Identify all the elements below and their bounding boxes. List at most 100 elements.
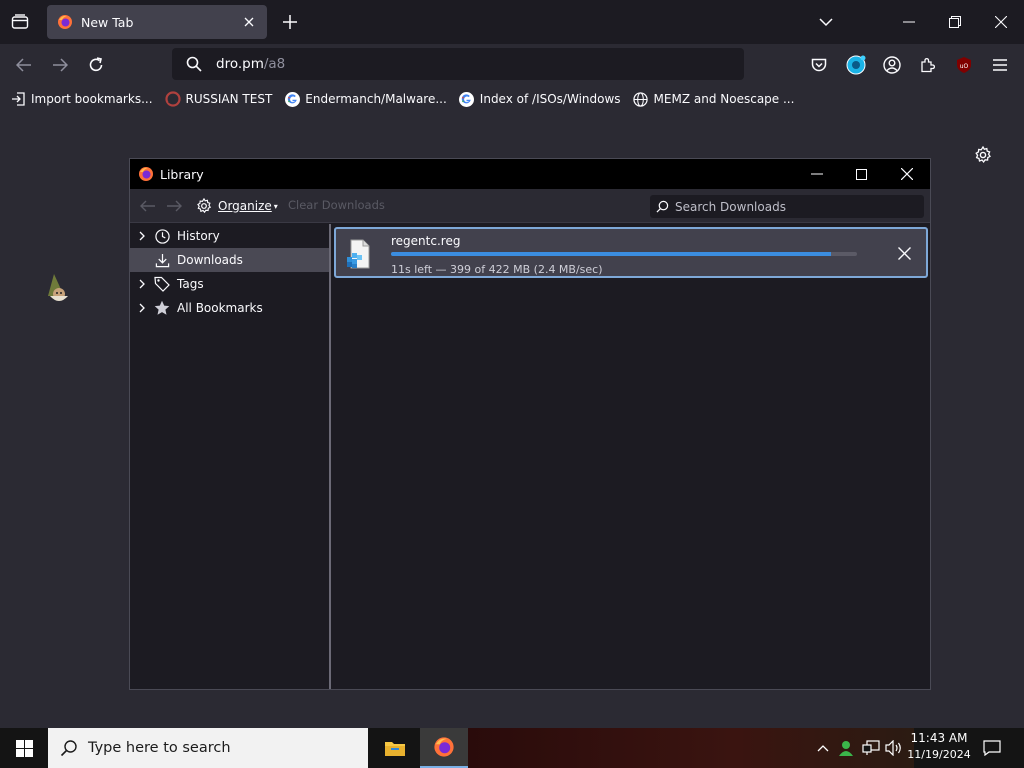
sidebar-item-label: Tags xyxy=(177,277,204,291)
arrow-right-icon xyxy=(167,200,182,212)
library-close-button[interactable] xyxy=(884,159,930,189)
extension-globe-icon xyxy=(846,55,866,75)
windows-logo-icon xyxy=(15,739,33,757)
download-item[interactable]: regentc.reg 11s left — 399 of 422 MB (2.… xyxy=(334,227,928,278)
system-clock[interactable]: 11:43 AM 11/19/2024 xyxy=(904,731,974,761)
taskbar: Type here to search 11:43 AM 11/19/2024 xyxy=(0,728,1024,768)
star-icon xyxy=(153,299,171,317)
bookmark-label: RUSSIAN TEST xyxy=(185,92,273,106)
speaker-icon xyxy=(885,740,901,756)
search-downloads-input[interactable] xyxy=(675,199,915,214)
search-icon xyxy=(60,740,77,757)
page-settings-button[interactable] xyxy=(972,144,994,166)
tab-bar: New Tab xyxy=(0,0,1024,44)
notification-center-button[interactable] xyxy=(980,737,1004,759)
library-maximize-button[interactable] xyxy=(838,159,884,189)
tab-new-tab[interactable]: New Tab xyxy=(47,5,267,39)
clock-date: 11/19/2024 xyxy=(907,748,971,761)
download-status: 11s left — 399 of 422 MB (2.4 MB/sec) xyxy=(391,263,603,276)
restore-button[interactable] xyxy=(932,0,978,44)
clock-time: 11:43 AM xyxy=(910,731,968,745)
download-progress-fill xyxy=(391,252,832,256)
bookmark-label: Endermanch/Malware... xyxy=(305,92,447,106)
firefox-view-button[interactable] xyxy=(8,10,32,34)
globe-icon xyxy=(633,91,649,107)
gear-icon xyxy=(975,146,991,163)
expand-chevron-icon[interactable] xyxy=(130,279,150,289)
ublock-button[interactable]: uO xyxy=(951,52,977,78)
close-icon xyxy=(995,16,1007,28)
download-filename: regentc.reg xyxy=(391,234,461,248)
clear-downloads-button[interactable]: Clear Downloads xyxy=(288,198,385,212)
expand-chevron-icon[interactable] xyxy=(130,303,150,313)
chevron-down-icon xyxy=(819,18,833,27)
bookmark-memz[interactable]: MEMZ and Noescape ... xyxy=(633,91,794,107)
minimize-icon xyxy=(811,173,823,175)
tray-user-icon-button[interactable] xyxy=(836,738,856,758)
extensions-button[interactable] xyxy=(915,52,941,78)
hamburger-menu-icon xyxy=(993,59,1007,71)
tab-close-icon[interactable] xyxy=(241,14,257,30)
organize-label: Organize xyxy=(218,199,272,213)
search-downloads-field[interactable] xyxy=(650,195,924,218)
close-icon xyxy=(901,168,913,180)
firefox-favicon-icon xyxy=(58,15,72,29)
expand-chevron-icon[interactable] xyxy=(130,231,150,241)
search-icon xyxy=(656,200,669,213)
minimize-icon xyxy=(903,21,915,23)
sidebar-item-all-bookmarks[interactable]: All Bookmarks xyxy=(130,296,329,320)
taskbar-search-placeholder: Type here to search xyxy=(88,740,231,756)
close-window-button[interactable] xyxy=(978,0,1024,44)
folder-icon xyxy=(385,742,405,756)
file-explorer-button[interactable] xyxy=(371,728,419,768)
reload-button[interactable] xyxy=(83,52,109,78)
sidebar-item-history[interactable]: History xyxy=(130,224,329,248)
library-back-button[interactable] xyxy=(138,197,158,215)
library-forward-button[interactable] xyxy=(164,197,184,215)
library-sidebar: History Downloads Tags All Bookmarks xyxy=(130,224,329,689)
firefox-logo-icon xyxy=(139,167,153,181)
library-titlebar: Library xyxy=(130,159,930,189)
download-icon xyxy=(153,251,171,269)
library-title: Library xyxy=(160,166,204,182)
notification-icon xyxy=(983,740,1001,756)
start-button[interactable] xyxy=(0,728,48,768)
organize-menu-button[interactable]: Organize ▾ xyxy=(196,196,278,216)
close-icon xyxy=(897,246,911,260)
bookmark-index-isos[interactable]: Index of /ISOs/Windows xyxy=(459,91,621,107)
show-hidden-icons-button[interactable] xyxy=(813,738,833,758)
forward-button[interactable] xyxy=(47,52,73,78)
list-all-tabs-button[interactable] xyxy=(816,12,836,32)
new-tab-button[interactable] xyxy=(280,12,300,32)
google-icon xyxy=(459,91,475,107)
reload-icon xyxy=(89,57,103,72)
sidebar-item-tags[interactable]: Tags xyxy=(130,272,329,296)
clock-icon xyxy=(153,227,171,245)
firefox-taskbar-button[interactable] xyxy=(420,728,468,768)
taskbar-search-box[interactable]: Type here to search xyxy=(48,728,368,768)
network-button[interactable] xyxy=(861,738,881,758)
pocket-button[interactable] xyxy=(806,52,832,78)
puzzle-icon xyxy=(921,58,935,73)
url-path: /a8 xyxy=(263,56,286,72)
bookmark-russian-test[interactable]: RUSSIAN TEST xyxy=(164,91,273,107)
account-button[interactable] xyxy=(879,52,905,78)
minimize-button[interactable] xyxy=(886,0,932,44)
volume-button[interactable] xyxy=(884,738,904,758)
bookmark-import[interactable]: Import bookmarks... xyxy=(10,91,153,107)
downloads-list: regentc.reg 11s left — 399 of 422 MB (2.… xyxy=(331,224,930,689)
chevron-up-icon xyxy=(817,745,829,752)
sidebar-item-label: All Bookmarks xyxy=(177,301,263,315)
url-bar[interactable]: dro.pm/a8 xyxy=(172,48,744,80)
library-minimize-button[interactable] xyxy=(794,159,840,189)
extension-globe-button[interactable] xyxy=(843,52,869,78)
sidebar-item-downloads[interactable]: Downloads xyxy=(130,248,329,272)
app-menu-button[interactable] xyxy=(987,52,1013,78)
bookmark-label: Import bookmarks... xyxy=(31,92,153,106)
bookmark-endermanch[interactable]: Endermanch/Malware... xyxy=(284,91,447,107)
sidebar-item-label: Downloads xyxy=(177,253,243,267)
network-icon xyxy=(862,740,880,755)
cancel-download-button[interactable] xyxy=(894,243,914,263)
back-button[interactable] xyxy=(11,52,37,78)
bookmark-favicon-icon xyxy=(164,91,181,107)
